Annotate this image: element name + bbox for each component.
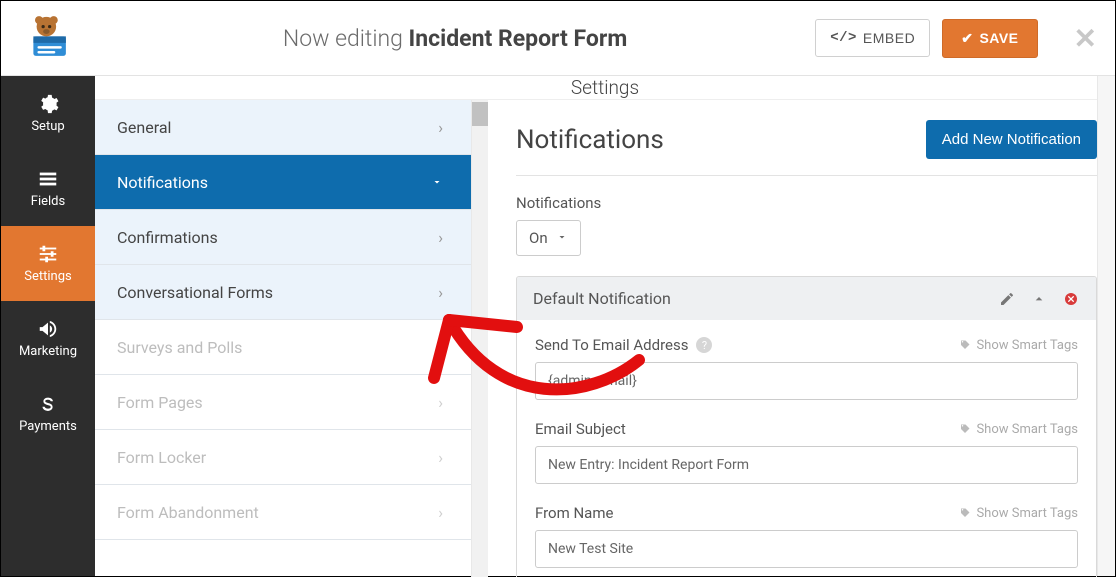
pencil-icon[interactable] [998,290,1016,308]
content-title: Notifications [516,125,664,155]
subnav-scrollbar-thumb[interactable] [472,102,488,126]
tag-icon [959,339,971,351]
check-icon: ✔ [961,30,973,47]
save-button[interactable]: ✔ SAVE [942,19,1037,58]
panel-title: Settings [95,76,1115,100]
show-smart-tags-link[interactable]: Show Smart Tags [959,338,1078,353]
primary-sidebar: Setup Fields Settings Marketing Payments [1,76,95,576]
page-title: Now editing Incident Report Form [95,25,815,52]
email-subject-label: Email Subject [535,420,626,438]
dollar-icon [35,393,61,415]
notification-card: Default Notification Send To Email Addre… [516,276,1097,577]
show-smart-tags-link[interactable]: Show Smart Tags [959,422,1078,437]
app-logo [1,1,95,75]
chevron-down-icon [556,229,568,247]
settings-item-general[interactable]: General› [95,100,471,155]
settings-item-notifications[interactable]: Notifications [95,155,471,210]
settings-item-confirmations[interactable]: Confirmations› [95,210,471,265]
chevron-right-icon: › [438,448,443,467]
tag-icon [959,423,971,435]
page-scrollbar-track[interactable] [1097,76,1115,576]
chevron-right-icon: › [438,503,443,522]
from-name-label: From Name [535,504,613,522]
help-icon[interactable]: ? [696,337,712,353]
sidebar-item-payments[interactable]: Payments [1,376,95,451]
tag-icon [959,507,971,519]
add-new-notification-button[interactable]: Add New Notification [926,120,1097,159]
notifications-toggle-label: Notifications [516,194,1097,212]
settings-subnav: General› Notifications Confirmations› [95,100,488,577]
chevron-right-icon: › [438,393,443,412]
delete-icon[interactable] [1062,290,1080,308]
send-to-input[interactable] [535,362,1078,400]
gear-icon [35,93,61,115]
sidebar-item-settings[interactable]: Settings [1,226,95,301]
settings-content: Notifications Add New Notification Notif… [488,100,1115,577]
sidebar-item-fields[interactable]: Fields [1,151,95,226]
settings-item-form-pages[interactable]: Form Pages› [95,375,471,430]
sidebar-item-setup[interactable]: Setup [1,76,95,151]
subnav-scrollbar-track[interactable] [471,100,488,577]
settings-item-form-locker[interactable]: Form Locker› [95,430,471,485]
chevron-down-icon [431,173,443,192]
notification-card-title: Default Notification [533,289,984,308]
sliders-icon [35,243,61,265]
show-smart-tags-link[interactable]: Show Smart Tags [959,506,1078,521]
chevron-up-icon[interactable] [1030,290,1048,308]
chevron-right-icon: › [438,283,443,302]
list-icon [35,168,61,190]
settings-item-form-abandonment[interactable]: Form Abandonment› [95,485,471,540]
chevron-right-icon: › [438,228,443,247]
chevron-right-icon: › [438,118,443,137]
code-icon: </> [830,30,857,46]
embed-button[interactable]: </> EMBED [815,19,930,57]
chevron-right-icon: › [438,338,443,357]
settings-item-conversational-forms[interactable]: Conversational Forms› [95,265,471,320]
settings-item-surveys-and-polls[interactable]: Surveys and Polls› [95,320,471,375]
from-name-input[interactable] [535,530,1078,568]
send-to-label: Send To Email Address ? [535,336,712,354]
bullhorn-icon [35,318,61,340]
notifications-toggle-select[interactable]: On [516,220,581,256]
email-subject-input[interactable] [535,446,1078,484]
close-icon[interactable]: ✕ [1064,22,1097,55]
sidebar-item-marketing[interactable]: Marketing [1,301,95,376]
